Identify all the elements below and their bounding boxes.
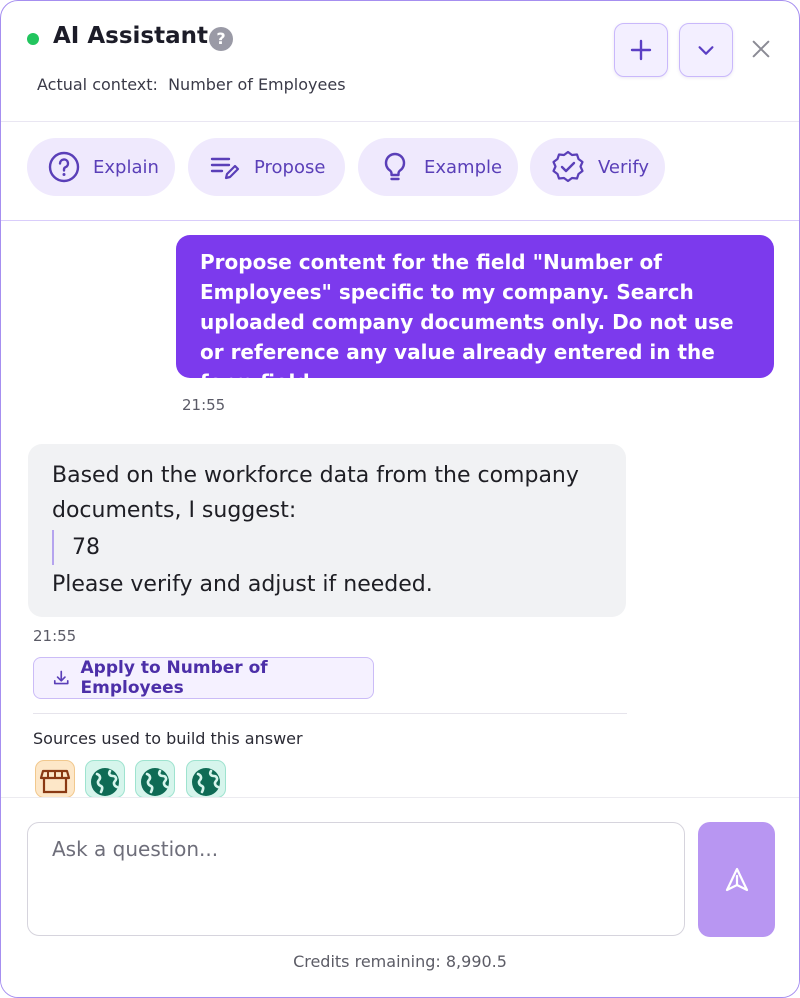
assistant-outro-text: Please verify and adjust if needed. [52, 572, 433, 597]
verify-button[interactable]: Verify [530, 138, 665, 196]
badge-check-icon [552, 150, 584, 183]
suggested-value-quote: 78 [52, 530, 602, 565]
sources-label: Sources used to build this answer [33, 729, 303, 748]
user-message-text: Propose content for the field "Number of… [200, 250, 734, 394]
divider [33, 713, 627, 714]
help-icon[interactable]: ? [209, 27, 233, 51]
collapse-button[interactable] [679, 23, 733, 77]
propose-button[interactable]: Propose [188, 138, 345, 196]
send-button[interactable] [698, 822, 775, 937]
new-chat-button[interactable] [614, 23, 668, 77]
quick-actions-bar: Explain Propose Example Verify [1, 122, 799, 221]
download-icon [53, 670, 69, 685]
panel-title: AI Assistant [53, 23, 209, 49]
context-label: Actual context: [37, 75, 158, 94]
globe-icon [91, 768, 119, 796]
verify-label: Verify [598, 156, 650, 178]
user-message-bubble: Propose content for the field "Number of… [176, 235, 774, 394]
plus-icon [630, 39, 652, 61]
example-button[interactable]: Example [358, 138, 518, 196]
globe-icon [192, 768, 220, 796]
apply-button-label: Apply to Number of Employees [80, 658, 268, 698]
apply-to-field-button[interactable]: Apply to Number of Employees [33, 657, 374, 699]
context-line: Actual context: Number of Employees [37, 75, 346, 94]
source-web-1-icon[interactable] [85, 760, 125, 798]
send-icon [725, 867, 748, 891]
close-button[interactable] [747, 35, 775, 63]
assistant-intro-text: Based on the workforce data from the com… [52, 463, 579, 523]
assistant-message-time: 21:55 [33, 627, 77, 645]
edit-lines-icon [210, 157, 240, 180]
panel-header: AI Assistant ? Actual context: Number of… [1, 1, 799, 122]
close-icon [752, 40, 770, 58]
example-label: Example [424, 156, 503, 178]
globe-icon [141, 768, 169, 796]
explain-button[interactable]: Explain [27, 138, 175, 196]
suggested-value: 78 [72, 535, 100, 560]
store-icon [39, 769, 71, 794]
source-web-3-icon[interactable] [186, 760, 226, 798]
propose-label: Propose [254, 156, 326, 178]
ai-assistant-panel: AI Assistant ? Actual context: Number of… [0, 0, 800, 998]
chevron-down-icon [698, 46, 714, 55]
online-status-dot [27, 33, 39, 45]
explain-label: Explain [93, 156, 159, 178]
user-message-time: 21:55 [182, 396, 226, 414]
lightbulb-icon [384, 152, 406, 181]
composer-area: Credits remaining: 8,990.5 [1, 797, 799, 997]
question-input[interactable] [27, 822, 685, 936]
question-circle-icon [48, 151, 80, 183]
credits-remaining: Credits remaining: 8,990.5 [293, 952, 507, 971]
source-web-2-icon[interactable] [135, 760, 175, 798]
assistant-message-bubble: Based on the workforce data from the com… [28, 444, 626, 617]
context-value: Number of Employees [168, 75, 346, 94]
source-store-icon[interactable] [35, 760, 75, 798]
